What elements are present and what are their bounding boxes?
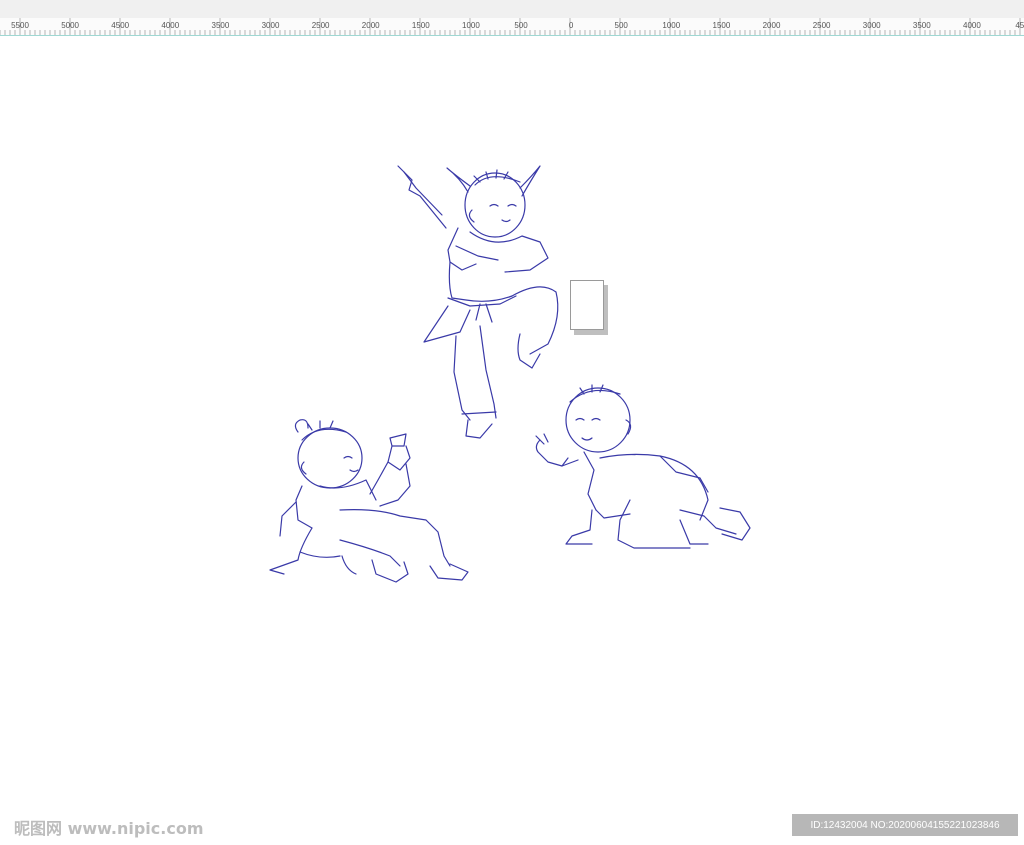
ruler-tick-label: 3500 bbox=[913, 21, 931, 30]
ruler-ticks: 5500 5000 4500 4000 3500 3000 2500 2000 1500 1000… bbox=[0, 18, 1024, 35]
window-titlebar bbox=[0, 0, 1024, 19]
ruler-tick-label: 5000 bbox=[61, 21, 79, 30]
ruler-tick-label: 4000 bbox=[963, 21, 981, 30]
ruler-tick-label: 450 bbox=[1015, 21, 1024, 30]
ruler-tick-label: 4000 bbox=[161, 21, 179, 30]
sitting-child-figure bbox=[269, 419, 469, 583]
ruler-tick-label: 500 bbox=[615, 21, 629, 30]
ruler-tick-label: 1500 bbox=[713, 21, 731, 30]
ruler-tick-label: 0 bbox=[569, 21, 574, 30]
id-watermark-text: ID:12432004 NO:20200604155221023846 bbox=[810, 819, 1000, 831]
line-art-illustration bbox=[269, 165, 751, 583]
ruler-tick-label: 2000 bbox=[763, 21, 781, 30]
ruler-tick-label: 2000 bbox=[362, 21, 380, 30]
ruler-tick-label: 1500 bbox=[412, 21, 430, 30]
ruler-tick-label: 500 bbox=[514, 21, 528, 30]
ruler-tick-label: 5500 bbox=[11, 21, 29, 30]
ruler-tick-label: 1000 bbox=[662, 21, 680, 30]
dancing-child-figure bbox=[397, 165, 559, 439]
ruler-tick-label: 4500 bbox=[111, 21, 129, 30]
ruler-tick-label: 2500 bbox=[312, 21, 330, 30]
brand-watermark-text: 昵图网 www.nipic.com bbox=[14, 819, 204, 838]
ruler-tick-label: 3500 bbox=[212, 21, 230, 30]
id-watermark: ID:12432004 NO:20200604155221023846 bbox=[792, 814, 1018, 836]
drawing-canvas[interactable] bbox=[0, 36, 1024, 845]
page-frame-preview[interactable] bbox=[570, 280, 608, 335]
ruler-tick-label: 3000 bbox=[863, 21, 881, 30]
ruler-tick-label: 2500 bbox=[813, 21, 831, 30]
crawling-child-figure bbox=[535, 384, 751, 549]
ruler-tick-label: 1000 bbox=[462, 21, 480, 30]
page-frame-sheet bbox=[570, 280, 604, 330]
ruler-tick-label: 3000 bbox=[262, 21, 280, 30]
horizontal-ruler[interactable]: 5500 5000 4500 4000 3500 3000 2500 2000 1500 1000… bbox=[0, 18, 1024, 36]
brand-watermark: 昵图网 www.nipic.com bbox=[14, 813, 204, 841]
